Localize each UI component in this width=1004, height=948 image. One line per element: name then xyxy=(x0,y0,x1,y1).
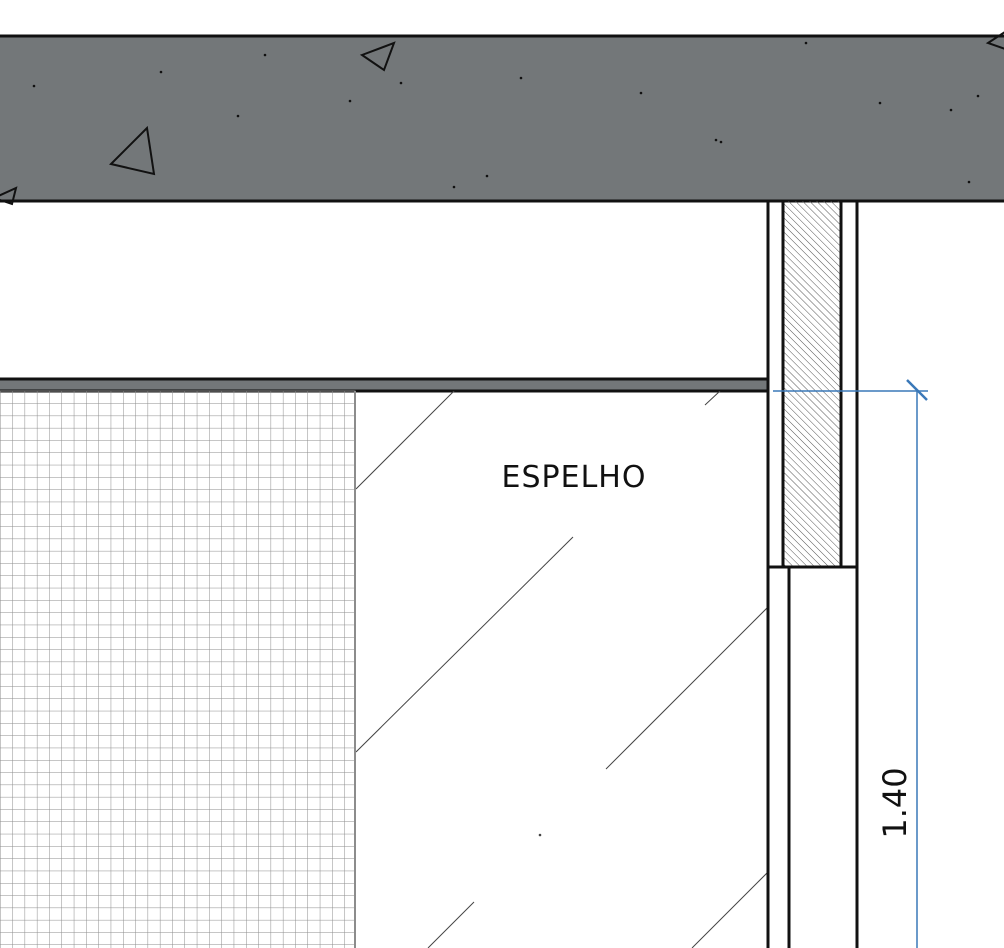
partition-hatched-core xyxy=(783,201,841,567)
architectural-elevation-drawing: ESPELHO 1.40 xyxy=(0,31,1004,948)
tiled-wall xyxy=(0,390,356,948)
mirror-top-ledge xyxy=(0,377,770,393)
concrete-slab xyxy=(0,31,1004,206)
mirror-label: ESPELHO xyxy=(502,460,647,495)
partition-wall-section xyxy=(766,201,859,948)
dimension-label: 1.40 xyxy=(876,767,914,838)
